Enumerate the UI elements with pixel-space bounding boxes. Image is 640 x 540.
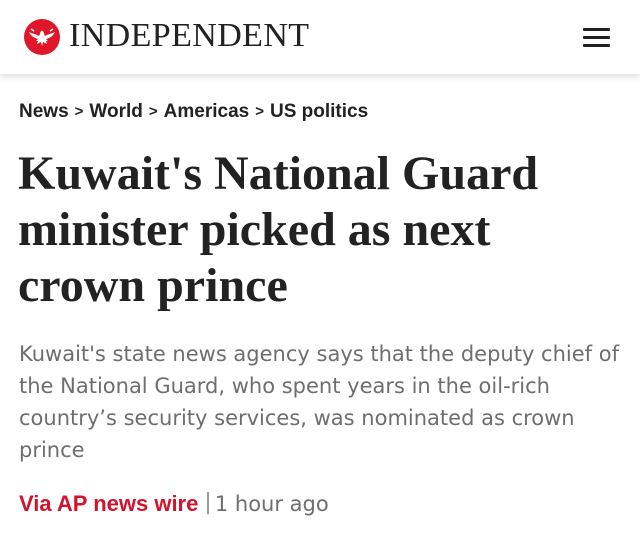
breadcrumb-separator: > (255, 103, 264, 120)
article-byline: Via AP news wire 1 hour ago (19, 488, 329, 520)
menu-bar-middle (583, 36, 610, 39)
menu-bar-top (583, 28, 610, 31)
site-header: INDEPENDENT (0, 0, 640, 74)
breadcrumb-item-americas[interactable]: Americas (164, 101, 250, 122)
byline-divider (207, 492, 209, 514)
breadcrumb: News > World > Americas > US politics (19, 99, 368, 126)
hamburger-menu-icon[interactable] (578, 23, 614, 53)
menu-bar-bottom (583, 44, 610, 47)
breadcrumb-separator: > (148, 103, 158, 120)
breadcrumb-item-us-politics[interactable]: US politics (270, 101, 368, 122)
breadcrumb-item-world[interactable]: World (89, 101, 142, 122)
breadcrumb-separator: > (74, 103, 84, 120)
publish-time: 1 hour ago (214, 492, 329, 516)
article-headline: Kuwait's National Guard minister picked … (18, 147, 539, 312)
breadcrumb-item-news[interactable]: News (19, 101, 69, 122)
article-standfirst: Kuwait's state news agency says that the… (19, 342, 619, 462)
eagle-icon[interactable] (24, 19, 60, 55)
logo-wordmark[interactable]: INDEPENDENT (69, 15, 309, 57)
byline-author-link[interactable]: Via AP news wire (19, 491, 198, 516)
